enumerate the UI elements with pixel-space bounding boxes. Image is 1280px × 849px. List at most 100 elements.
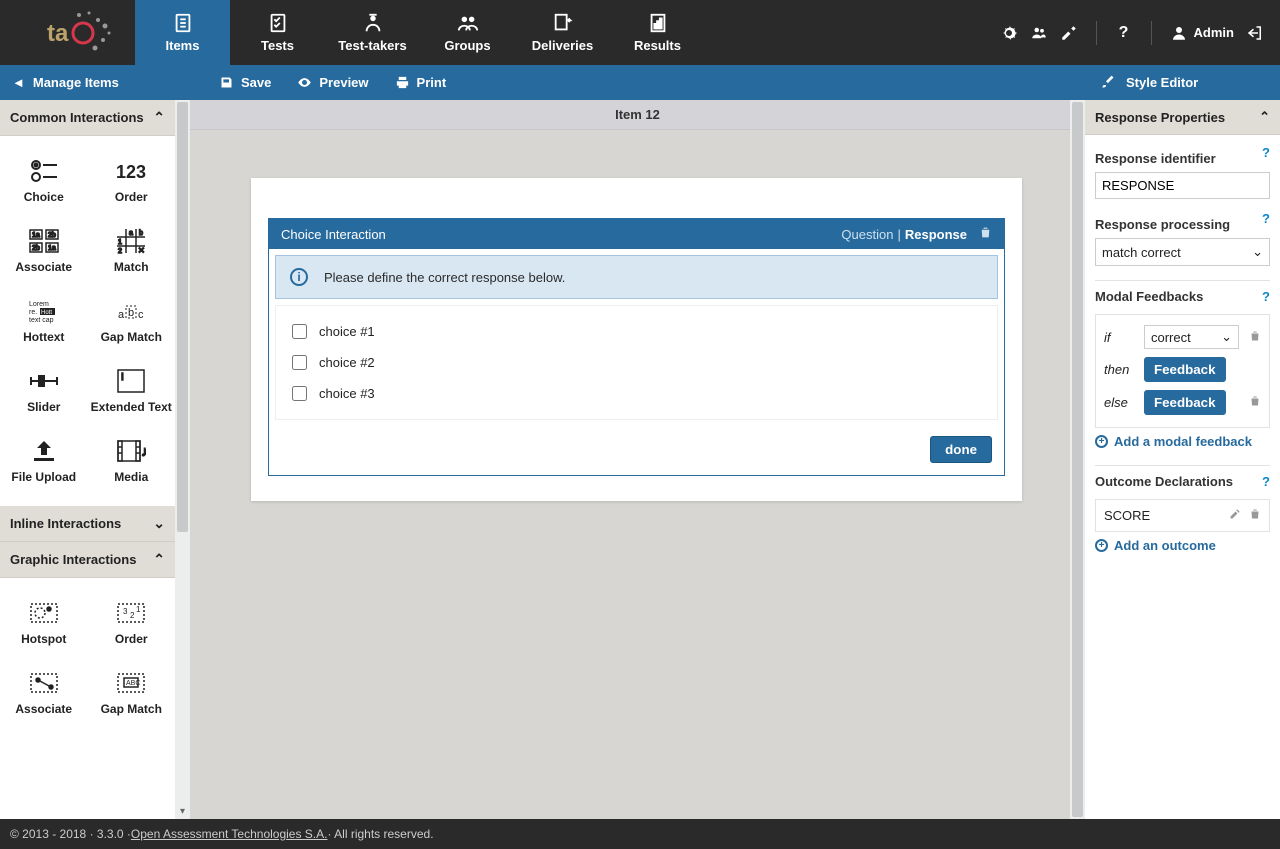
interaction-label: Order [115,632,148,646]
choice-row: choice #3 [288,378,985,409]
logo[interactable]: ta [0,0,135,65]
svg-text:ABC: ABC [126,680,140,687]
delete-outcome-icon[interactable] [1249,508,1261,523]
nav-tab-label: Deliveries [532,38,593,53]
admin-menu[interactable]: Admin [1170,24,1234,42]
question-tab[interactable]: Question [841,227,893,242]
svg-text:1a: 1a [32,232,40,239]
interaction-order[interactable]: 123Order [88,148,176,218]
interaction-g-associate[interactable]: Associate [0,660,88,730]
response-processing-select[interactable]: match correct ⌄ [1095,238,1270,266]
properties-sidebar: Response Properties ⌃ ? Response identif… [1085,100,1280,819]
response-id-input[interactable] [1095,172,1270,199]
interaction-header: Choice Interaction Question | Response [269,219,1004,249]
choice-checkbox-3[interactable] [292,386,307,401]
help-icon[interactable]: ? [1115,24,1133,42]
add-outcome-link[interactable]: + Add an outcome [1095,532,1270,555]
interaction-label: Gap Match [101,702,162,716]
print-label: Print [417,75,447,90]
interaction-label: Associate [15,702,72,716]
edit-outcome-icon[interactable] [1229,508,1241,523]
response-properties-header[interactable]: Response Properties ⌃ [1085,100,1280,135]
inline-interactions-header[interactable]: Inline Interactions ⌄ [0,506,175,542]
footer-company-link[interactable]: Open Assessment Technologies S.A. [131,827,328,841]
nav-tab-results[interactable]: Results [610,0,705,65]
modal-feedback-box: if correct ⌄ then Feedback else Feedback [1095,314,1270,428]
interaction-match[interactable]: 12ab✕Match [88,218,176,288]
interaction-gap-match[interactable]: abcGap Match [88,288,176,358]
interaction-label: Slider [27,400,60,414]
response-tab[interactable]: Response [905,227,967,242]
common-interactions-header[interactable]: Common Interactions ⌃ [0,100,175,136]
chevron-up-icon: ⌃ [153,109,165,126]
svg-text:c: c [138,309,144,321]
settings-icon[interactable] [1000,24,1018,42]
nav-tab-items[interactable]: Items [135,0,230,65]
interaction-g-gap-match[interactable]: ABC Gap Match [88,660,176,730]
preview-button[interactable]: Preview [297,75,368,90]
graphic-interactions-header[interactable]: Graphic Interactions ⌃ [0,542,175,578]
interaction-associate[interactable]: 1a2b2b1aAssociate [0,218,88,288]
chevron-up-icon: ⌃ [1259,109,1270,125]
users-icon[interactable] [1030,24,1048,42]
nav-tabs: ItemsTestsTest-takersGroups Deliveries Res… [135,0,705,65]
logout-icon[interactable] [1246,24,1264,42]
help-icon[interactable]: ? [1262,474,1270,489]
if-condition-select[interactable]: correct ⌄ [1144,325,1239,349]
interaction-choice[interactable]: Choice [0,148,88,218]
interaction-extended-text[interactable]: I Extended Text [88,358,176,428]
interaction-label: Hottext [23,330,64,344]
nav-tab-groups[interactable]: Groups [420,0,515,65]
canvas-scrollbar[interactable] [1070,100,1085,819]
interaction-file-upload[interactable]: File Upload [0,428,88,498]
interaction-label: Extended Text [91,400,172,414]
style-editor-button[interactable]: Style Editor [1085,65,1280,100]
svg-text:2b: 2b [32,245,40,252]
response-processing-label: Response processing [1095,217,1270,232]
nav-tab-tests[interactable]: Tests [230,0,325,65]
outcome-declarations-label: Outcome Declarations [1095,474,1270,489]
sidebar-scrollbar[interactable]: ▾ [175,100,190,819]
canvas: Item 12 Choice Interaction Question | Re… [190,100,1085,819]
nav-tab-test-takers[interactable]: Test-takers [325,0,420,65]
interaction-label: Associate [15,260,72,274]
help-icon[interactable]: ? [1262,289,1270,304]
slider-icon [29,368,59,394]
svg-text:2: 2 [130,611,135,620]
plus-icon: + [1095,435,1108,448]
help-icon[interactable]: ? [1262,211,1270,226]
add-modal-feedback-link[interactable]: + Add a modal feedback [1095,428,1270,451]
choice-label: choice #1 [319,324,375,339]
back-manage-items[interactable]: ◄ Manage Items [0,65,195,100]
extended-text-icon: I [116,368,146,394]
g-order-icon: 321 [116,600,146,626]
else-feedback-button[interactable]: Feedback [1144,390,1226,415]
choice-checkbox-2[interactable] [292,355,307,370]
delete-interaction-icon[interactable] [979,226,992,242]
svg-text:♪: ♪ [141,443,146,459]
chevron-left-icon: ◄ [12,75,25,90]
save-button[interactable]: Save [219,75,271,90]
interaction-media[interactable]: ♪Media [88,428,176,498]
done-button[interactable]: done [930,436,992,463]
interaction-hottext[interactable]: Loremre.Hotttext capHottext [0,288,88,358]
add-modal-label: Add a modal feedback [1114,434,1252,449]
results-icon [647,12,669,34]
help-icon[interactable]: ? [1262,145,1270,160]
interaction-hotspot[interactable]: Hotspot [0,590,88,660]
interaction-g-order[interactable]: 321 Order [88,590,176,660]
chevron-down-icon: ⌄ [1252,244,1263,260]
save-label: Save [241,75,271,90]
info-banner: i Please define the correct response bel… [275,255,998,299]
tools-icon[interactable] [1060,24,1078,42]
brush-icon [1101,75,1116,90]
delete-feedback-icon[interactable] [1249,330,1261,345]
choice-label: choice #3 [319,386,375,401]
print-button[interactable]: Print [395,75,447,90]
interaction-slider[interactable]: Slider [0,358,88,428]
then-feedback-button[interactable]: Feedback [1144,357,1226,382]
choice-checkbox-1[interactable] [292,324,307,339]
choice-row: choice #2 [288,347,985,378]
nav-tab-deliveries[interactable]: Deliveries [515,0,610,65]
delete-else-icon[interactable] [1249,395,1261,410]
